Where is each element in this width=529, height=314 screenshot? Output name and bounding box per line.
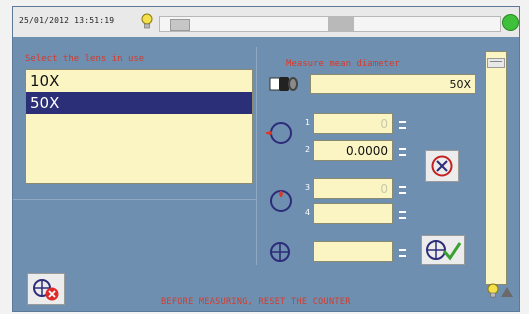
circle-crosshair-icon (270, 242, 290, 262)
diameter-field-1[interactable]: 0 (313, 113, 393, 134)
vertical-slider-knob[interactable] (487, 58, 505, 68)
equals-sign (399, 186, 406, 194)
lens-item-10x[interactable]: 10X (26, 70, 252, 92)
lens-item-50x[interactable]: 50X (26, 92, 252, 114)
diameter-field-2[interactable]: 0.0000 (313, 140, 393, 161)
measure-panel-title: Measure mean diameter (286, 59, 400, 69)
row-index-2: 2 (305, 145, 311, 154)
confirm-check-icon (426, 240, 462, 261)
row-index-1: 1 (305, 118, 311, 127)
knob-grip (490, 61, 502, 62)
reset-counter-button[interactable] (425, 150, 459, 182)
panel-divider-vertical (256, 47, 257, 265)
circle-diameter-icon (266, 122, 292, 144)
equals-sign (399, 249, 406, 257)
row-index-4: 4 (305, 208, 311, 217)
lens-list[interactable]: 10X 50X (25, 69, 253, 184)
top-slider-marker (328, 17, 354, 31)
datetime-label: 25/01/2012 13:51:19 (19, 16, 115, 25)
measurement-screen: 25/01/2012 13:51:19 Select the lens in u… (12, 6, 520, 312)
equals-sign (399, 211, 406, 219)
circle-diameter-icon-2 (270, 190, 292, 212)
diameter-field-4[interactable] (313, 203, 393, 224)
vertical-slider[interactable] (485, 51, 507, 285)
lens-icon (269, 77, 298, 91)
status-bar: 25/01/2012 13:51:19 (13, 7, 519, 37)
status-led-icon (502, 14, 519, 31)
panel-divider (13, 199, 256, 200)
top-slider-knob[interactable] (170, 19, 190, 31)
equals-sign (399, 148, 406, 156)
lens-panel-title: Select the lens in use (25, 54, 145, 64)
confirm-measurement-button[interactable] (421, 235, 465, 265)
top-slider[interactable] (159, 16, 501, 32)
lens-value-field: 50X (310, 74, 476, 94)
reset-cross-icon (431, 155, 453, 177)
diameter-field-3[interactable]: 0 (313, 178, 393, 199)
mean-diameter-result (313, 241, 393, 262)
cancel-measurement-button[interactable] (27, 273, 65, 305)
equals-sign (399, 121, 406, 129)
lightbulb-icon[interactable] (487, 283, 515, 299)
reset-warning-text: BEFORE MEASURING, RESET THE COUNTER (161, 297, 351, 307)
cancel-icon (33, 279, 59, 301)
row-index-3: 3 (305, 183, 311, 192)
lightbulb-icon[interactable] (140, 13, 154, 31)
